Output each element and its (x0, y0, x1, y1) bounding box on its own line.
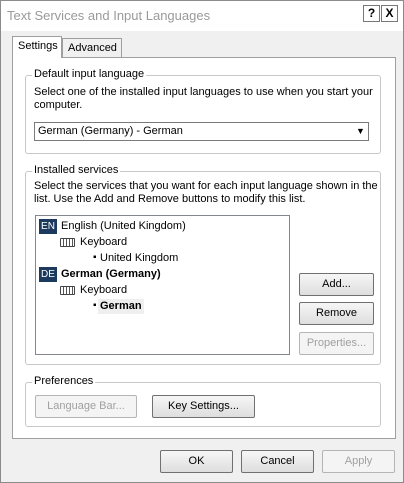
default-language-value: German (Germany) - German (38, 125, 183, 137)
apply-button[interactable]: Apply (322, 450, 395, 473)
tree-item-english-keyboard[interactable]: Keyboard (80, 235, 127, 250)
language-bar-button[interactable]: Language Bar... (35, 395, 137, 418)
default-input-language-label: Default input language (32, 68, 147, 80)
remove-button[interactable]: Remove (299, 302, 374, 325)
help-button[interactable]: ? (363, 5, 380, 22)
default-language-dropdown[interactable]: German (Germany) - German ▼ (34, 122, 369, 141)
default-input-description-1: Select one of the installed input langua… (34, 86, 373, 98)
tree-item-german-layout[interactable]: German (98, 299, 144, 314)
preferences-label: Preferences (32, 375, 96, 387)
default-input-description-2: computer. (34, 99, 83, 111)
dialog-window: Text Services and Input Languages ? X Se… (0, 0, 404, 483)
window-title: Text Services and Input Languages (7, 8, 211, 23)
title-bar[interactable]: Text Services and Input Languages ? X (1, 1, 403, 31)
key-settings-button[interactable]: Key Settings... (152, 395, 255, 418)
tree-item-german-germany[interactable]: German (Germany) (61, 267, 161, 282)
bullet-icon: ▪ (93, 252, 97, 263)
close-button[interactable]: X (381, 5, 398, 22)
keyboard-icon (60, 286, 75, 295)
bullet-icon: ▪ (93, 300, 97, 311)
add-button[interactable]: Add... (299, 273, 374, 296)
installed-services-description-2: list. Use the Add and Remove buttons to … (34, 193, 306, 205)
de-language-icon: DE (39, 267, 57, 282)
chevron-down-icon[interactable]: ▼ (353, 123, 368, 140)
cancel-button[interactable]: Cancel (241, 450, 314, 473)
installed-services-label: Installed services (32, 164, 121, 176)
ok-button[interactable]: OK (160, 450, 233, 473)
en-language-icon: EN (39, 219, 57, 234)
tab-advanced[interactable]: Advanced (62, 38, 122, 57)
installed-services-description-1: Select the services that you want for ea… (34, 180, 378, 192)
tree-item-german-keyboard[interactable]: Keyboard (80, 283, 127, 298)
properties-button[interactable]: Properties... (299, 332, 374, 355)
keyboard-icon (60, 238, 75, 247)
tree-item-united-kingdom[interactable]: United Kingdom (100, 251, 178, 266)
services-tree[interactable]: EN English (United Kingdom) Keyboard ▪ U… (35, 215, 290, 355)
tab-settings[interactable]: Settings (12, 36, 62, 58)
tree-item-english[interactable]: English (United Kingdom) (61, 219, 186, 234)
